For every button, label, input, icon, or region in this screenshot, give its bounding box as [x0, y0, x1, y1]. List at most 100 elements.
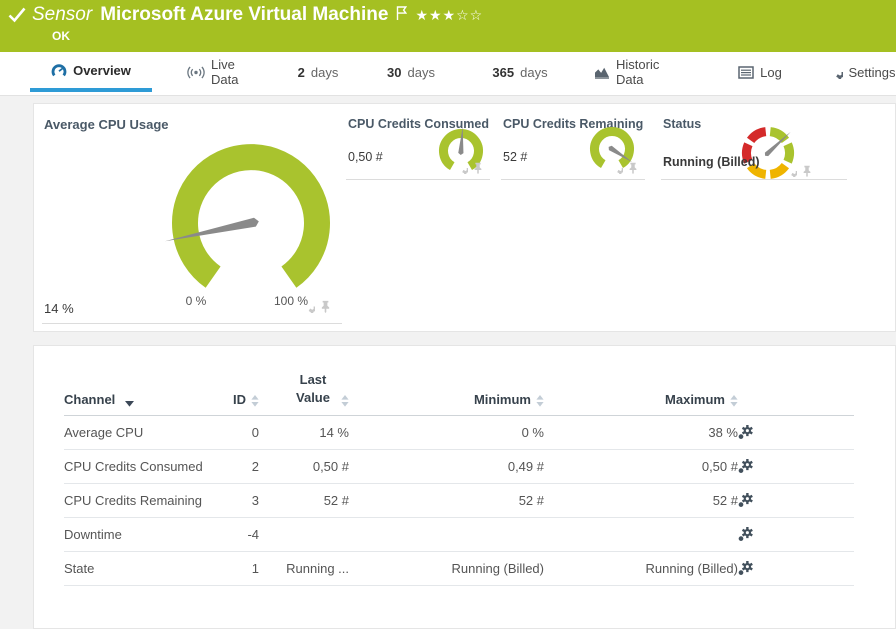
flag-icon[interactable]	[396, 6, 407, 21]
column-label: Maximum	[665, 392, 725, 407]
sort-caret-down-icon	[125, 401, 134, 407]
gauge-tile-average-cpu[interactable]: Average CPU Usage 0 % 100 % 14 %	[42, 104, 342, 324]
tab-30-days[interactable]: 30 days	[383, 52, 439, 92]
tab-number: 30	[387, 65, 401, 80]
gauge-tile-status[interactable]: Status Running (Billed)	[661, 104, 847, 180]
channels-table: Channel ID Last Value	[64, 371, 854, 586]
tab-label: days	[408, 65, 435, 80]
tab-label: Settings	[849, 65, 896, 80]
tab-historic-data[interactable]: Historic Data	[590, 52, 694, 92]
cell-minimum: 0,49 #	[349, 450, 544, 484]
column-label: Minimum	[474, 392, 531, 407]
gauge-settings-gear-icon[interactable]	[302, 300, 315, 313]
channels-panel: Channel ID Last Value	[33, 345, 896, 629]
tab-365-days[interactable]: 365 days	[487, 52, 553, 92]
table-row-cpu-credits-remaining[interactable]: CPU Credits Remaining 3 52 # 52 # 52 #	[64, 484, 854, 518]
priority-stars[interactable]: ★★★☆☆	[415, 7, 483, 24]
tab-settings[interactable]: Settings	[828, 52, 896, 92]
cell-channel: State	[64, 552, 224, 586]
gauge-value: 52 #	[503, 150, 527, 164]
gauge-tile-cpu-credits-remaining[interactable]: CPU Credits Remaining 52 #	[501, 104, 645, 180]
gauge-pin-icon[interactable]	[627, 162, 639, 174]
area-chart-icon	[594, 65, 610, 79]
cell-id: -4	[224, 518, 259, 552]
log-list-icon	[738, 66, 754, 79]
tab-label: Overview	[73, 63, 131, 78]
gauge-tile-cpu-credits-consumed[interactable]: CPU Credits Consumed 0,50 #	[346, 104, 490, 180]
tab-number: 2	[298, 65, 305, 80]
tab-bar: Overview Live Data 2 days 30 days 365 da…	[0, 52, 896, 96]
edit-channel-icon[interactable]	[738, 459, 753, 474]
sensor-header: Sensor Microsoft Azure Virtual Machine ★…	[0, 0, 896, 52]
table-row-cpu-credits-consumed[interactable]: CPU Credits Consumed 2 0,50 # 0,49 # 0,5…	[64, 450, 854, 484]
table-row-average-cpu[interactable]: Average CPU 0 14 % 0 % 38 %	[64, 416, 854, 450]
cell-minimum: 52 #	[349, 484, 544, 518]
cell-maximum	[544, 518, 738, 552]
gauge-value: 0,50 #	[348, 150, 383, 164]
edit-channel-icon[interactable]	[738, 527, 753, 542]
gauges-panel: Average CPU Usage 0 % 100 % 14 % CPU Cre…	[33, 103, 896, 332]
edit-channel-icon[interactable]	[738, 561, 753, 576]
column-header-last-value[interactable]: Last Value	[259, 371, 349, 416]
tab-overview[interactable]: Overview	[30, 52, 152, 92]
column-header-maximum[interactable]: Maximum	[544, 371, 738, 416]
cell-id: 1	[224, 552, 259, 586]
table-row-downtime[interactable]: Downtime -4	[64, 518, 854, 552]
sort-icon	[536, 395, 544, 407]
gauge-settings-gear-icon[interactable]	[785, 165, 797, 177]
cell-minimum: 0 %	[349, 416, 544, 450]
cell-channel: Downtime	[64, 518, 224, 552]
status-badge: OK	[52, 29, 70, 43]
tile-divider	[346, 179, 490, 180]
cell-channel: CPU Credits Remaining	[64, 484, 224, 518]
column-header-id[interactable]: ID	[224, 371, 259, 416]
cell-last-value	[259, 518, 349, 552]
cell-maximum: 0,50 #	[544, 450, 738, 484]
gear-icon	[829, 65, 843, 79]
sort-icon	[341, 395, 349, 407]
gauge-pin-icon[interactable]	[801, 165, 813, 177]
column-label: Last Value	[290, 371, 336, 407]
column-header-minimum[interactable]: Minimum	[349, 371, 544, 416]
tab-label: Historic Data	[616, 57, 690, 87]
tab-live-data[interactable]: Live Data	[183, 52, 269, 92]
cell-last-value: 52 #	[259, 484, 349, 518]
tab-label: Log	[760, 65, 782, 80]
gauge-icon	[51, 63, 67, 78]
cell-maximum: 52 #	[544, 484, 738, 518]
gauge-settings-gear-icon[interactable]	[611, 162, 623, 174]
gauge-scale-min: 0 %	[166, 294, 226, 308]
edit-channel-icon[interactable]	[738, 425, 753, 440]
gauge-pin-icon[interactable]	[319, 300, 332, 313]
gauge-pin-icon[interactable]	[472, 162, 484, 174]
tile-divider	[42, 323, 342, 324]
cell-minimum	[349, 518, 544, 552]
cell-maximum: 38 %	[544, 416, 738, 450]
cell-last-value: 14 %	[259, 416, 349, 450]
table-row-state[interactable]: State 1 Running ... Running (Billed) Run…	[64, 552, 854, 586]
column-label: Channel	[64, 392, 115, 407]
edit-channel-icon[interactable]	[738, 493, 753, 508]
gauge-settings-gear-icon[interactable]	[456, 162, 468, 174]
status-check-icon	[8, 7, 26, 23]
cell-last-value: 0,50 #	[259, 450, 349, 484]
column-label: ID	[233, 392, 246, 407]
cell-maximum: Running (Billed)	[544, 552, 738, 586]
column-header-actions	[738, 371, 854, 416]
tab-2-days[interactable]: 2 days	[293, 52, 343, 92]
tab-label: days	[520, 65, 547, 80]
gauge-title: Status	[663, 117, 701, 131]
cell-id: 2	[224, 450, 259, 484]
sort-icon	[730, 395, 738, 407]
gauge-value: 14 %	[44, 301, 74, 316]
cell-channel: CPU Credits Consumed	[64, 450, 224, 484]
tab-number: 365	[492, 65, 514, 80]
cell-channel: Average CPU	[64, 416, 224, 450]
column-header-channel[interactable]: Channel	[64, 371, 224, 416]
object-kind-label: Sensor	[32, 4, 92, 26]
cell-last-value: Running ...	[259, 552, 349, 586]
sort-icon	[251, 395, 259, 407]
tab-log[interactable]: Log	[736, 52, 784, 92]
average-cpu-gauge	[141, 113, 361, 313]
tile-divider	[661, 179, 847, 180]
